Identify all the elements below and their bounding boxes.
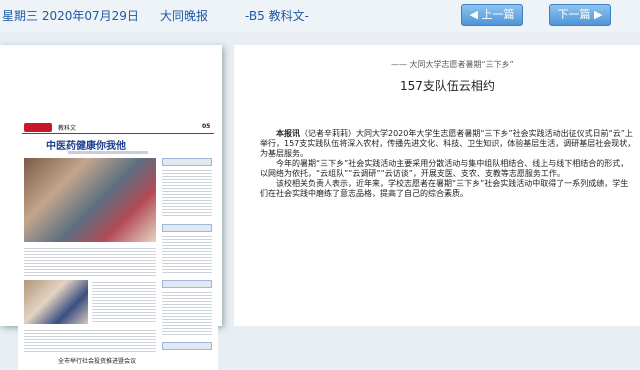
thumbnail-text-block[interactable] — [24, 246, 156, 276]
newspaper-logo — [24, 123, 52, 132]
thumbnail-side-heading — [162, 280, 212, 288]
article-body: 本报讯（记者辛莉莉）大同大学2020年大学生志愿者暑期“三下乡”社会实践活动出征… — [260, 129, 636, 199]
next-article-label: 下一篇 — [557, 8, 591, 21]
prev-article-label: 上一篇 — [481, 8, 515, 21]
article-paragraph: 该校相关负责人表示，近年来，学校志愿者在暑期“三下乡”社会实践活动中取得了一系列… — [260, 179, 629, 198]
thumbnail-page-number: 05 — [202, 123, 211, 130]
article-lead: 本报讯 — [276, 129, 300, 138]
thumbnail-side-column[interactable] — [160, 158, 214, 368]
article-panel: —— 大同大学志愿者暑期“三下乡” 157支队伍云相约 本报讯（记者辛莉莉）大同… — [234, 45, 640, 326]
page-thumbnail[interactable]: 教科文 05 中医药健康你我他 全市举行社会投资推进暨会议 — [18, 120, 218, 370]
top-bar: 星期三 2020年07月29日 大同晚报 -B5 教科文- ◀ 上一篇 下一篇 … — [0, 0, 640, 32]
thumbnail-side-heading — [162, 158, 212, 166]
thumbnail-text-block — [162, 234, 212, 274]
issue-date: 星期三 2020年07月29日 — [2, 9, 139, 23]
thumbnail-text-block — [162, 168, 212, 218]
thumbnail-photo-secondary[interactable] — [24, 280, 88, 324]
thumbnail-headline[interactable]: 中医药健康你我他 — [46, 137, 126, 152]
thumbnail-subheadline — [68, 151, 148, 154]
thumbnail-text-block — [162, 290, 212, 336]
thumbnail-side-heading — [162, 342, 212, 350]
thumbnail-photo-main[interactable] — [24, 158, 156, 242]
page-thumbnail-panel: 教科文 05 中医药健康你我他 全市举行社会投资推进暨会议 — [0, 45, 222, 370]
thumbnail-rule — [22, 133, 214, 134]
article-kicker: —— 大同大学志愿者暑期“三下乡” — [391, 60, 514, 69]
prev-article-button[interactable]: ◀ 上一篇 — [461, 4, 523, 26]
thumbnail-side-heading — [162, 224, 212, 232]
article-paragraph: 本报讯（记者辛莉莉）大同大学2020年大学生志愿者暑期“三下乡”社会实践活动出征… — [260, 129, 636, 158]
paper-name[interactable]: 大同晚报 — [160, 7, 208, 24]
page-section[interactable]: -B5 教科文- — [245, 7, 309, 24]
next-article-button[interactable]: 下一篇 ▶ — [549, 4, 611, 26]
article-paragraph: 今年的暑期“三下乡”社会实践活动主要采用分散活动与集中组队相结合、线上与线下相结… — [260, 159, 629, 178]
thumbnail-section: 教科文 — [58, 125, 77, 132]
arrow-left-icon: ◀ — [469, 8, 482, 21]
thumbnail-footer-headline[interactable]: 全市举行社会投资推进暨会议 — [58, 356, 136, 365]
article-title: 157支队伍云相约 — [400, 79, 495, 93]
thumbnail-text-block[interactable] — [24, 328, 156, 352]
arrow-right-icon: ▶ — [590, 8, 603, 21]
thumbnail-text-block[interactable] — [92, 280, 156, 324]
